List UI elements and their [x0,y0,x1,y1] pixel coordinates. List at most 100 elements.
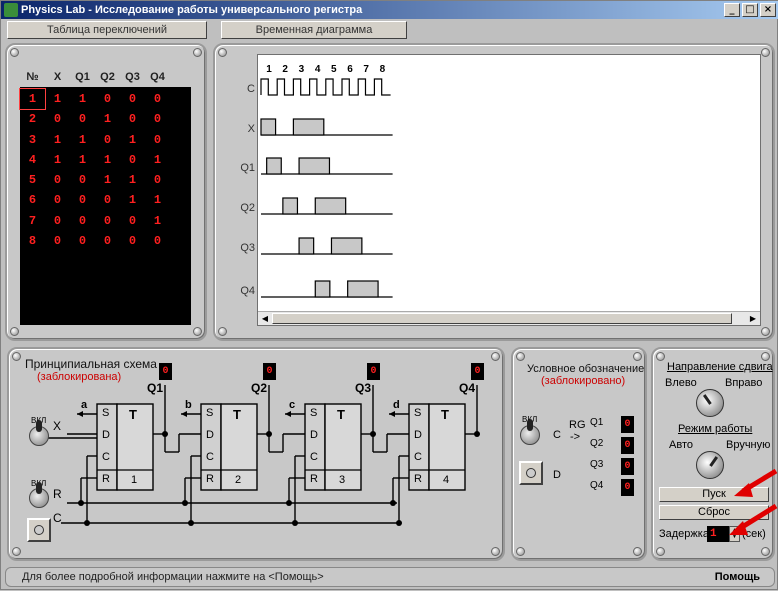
rg-output-label: Q3 [590,459,604,470]
table-row: 2 0 0 1 0 0 [20,109,191,129]
table-cell: 7 [28,213,37,228]
window-controls: _ □ × [724,3,776,17]
screw-icon [656,547,665,556]
r-input-label: R [53,487,62,501]
header-cell: X [53,71,62,83]
table-row: 5 0 0 1 1 0 [20,170,191,190]
horizontal-scrollbar[interactable]: ◀ ▶ [258,311,760,325]
signal-pulse [282,197,299,215]
signal-label: Q3 [240,242,255,254]
spin-up-icon[interactable]: ▲ [730,527,739,534]
title-bar: Physics Lab - Исследование работы универ… [1,1,778,19]
table-row: 111000 [19,87,191,111]
trigger-pin-label: S [206,407,214,419]
scroll-right-icon[interactable]: ▶ [747,313,759,325]
trigger-pin-label: C [206,451,214,463]
screw-icon [218,48,227,57]
mode-label: Режим работы [678,423,753,435]
app-window: Physics Lab - Исследование работы универ… [0,0,778,590]
table-cell: 1 [78,152,87,167]
rg-output-label: Q2 [590,438,604,449]
symbol-title: Условное обозначение [527,363,645,375]
table-cell: 1 [53,132,62,147]
scroll-thumb[interactable] [272,313,732,324]
table-cell: 0 [103,213,112,228]
schematic-title: Принципиальная схема [25,357,157,371]
signal-pulse [298,237,315,255]
table-cell: 0 [153,92,162,106]
table-cell: 0 [128,213,137,228]
trigger-label: T [337,407,345,422]
table-cell: 8 [28,234,37,249]
delay-spinner[interactable]: ▲ ▼ [729,526,740,542]
start-button[interactable]: Пуск [659,487,769,502]
screw-icon [656,352,665,361]
screw-icon [761,352,770,361]
header-cell: Q3 [125,71,140,83]
screw-icon [633,547,642,556]
table-cell: 0 [128,92,137,106]
rg-d-button[interactable] [519,461,543,485]
table-cell: 1 [103,152,112,167]
mode-knob[interactable] [696,451,724,479]
screw-icon [12,547,21,556]
table-row: 4 1 1 1 0 1 [20,150,191,170]
header-cell: Q1 [75,71,90,83]
screw-icon [761,547,770,556]
table-cell: 1 [53,152,62,167]
trigger-label: T [233,407,241,422]
signal-pulse [266,157,282,175]
table-cell: 0 [78,173,87,188]
table-body: 1110002001003110104111015001106000117000… [19,87,191,325]
help-link[interactable]: Помощь [715,571,760,583]
signal-label: X [247,123,255,135]
switch-table-tab[interactable]: Таблица переключений [7,21,207,39]
rg-output-label: Q1 [590,417,604,428]
table-cell: 0 [128,234,137,249]
timing-diagram-tab[interactable]: Временная диаграмма [221,21,407,39]
screw-icon [193,48,202,57]
delay-label: Задержка [659,528,709,540]
rg-pin-d: D [553,469,561,481]
reset-button[interactable]: Сброс [659,505,769,520]
trigger-pin-label: S [310,407,318,419]
screw-icon [491,352,500,361]
signal-pulse [330,237,363,255]
toggle-lever-icon [36,482,42,494]
shift-direction-knob[interactable] [696,389,724,417]
table-cell: 1 [103,112,112,127]
trigger-pin-label: R [206,473,214,485]
table-cell: 6 [28,193,37,208]
shift-direction-label: Направление сдвига [667,361,773,373]
close-button[interactable]: × [760,3,776,17]
x-input-label: X [53,419,62,433]
c-input-label: C [53,511,62,525]
table-cell: 1 [153,193,162,208]
spin-down-icon[interactable]: ▼ [730,534,739,541]
trigger-pin-label: S [102,407,110,419]
rg-output-display: 0 [621,458,634,475]
rg-label: RG [569,419,586,431]
maximize-button[interactable]: □ [742,3,758,17]
table-row: 7 0 0 0 0 1 [20,211,191,231]
timing-diagram: 12345678 ◀ ▶ [257,54,761,326]
symbol-locked: (заблокировано) [541,375,626,387]
table-cell: 1 [103,173,112,188]
minimize-button[interactable]: _ [724,3,740,17]
delay-input[interactable]: 1 [707,526,729,542]
waveform-canvas: 12345678 [260,64,393,298]
c-clock-button[interactable] [27,518,51,542]
trigger-pin-label: D [206,429,214,441]
trigger-label: T [441,407,449,422]
trigger-number: 3 [339,474,346,486]
clock-number: 8 [380,64,386,75]
rg-output-label: Q4 [590,480,604,491]
clock-number: 3 [299,64,305,75]
clock-number: 2 [282,64,288,75]
status-bar: Для более подробной информации нажмите н… [5,567,775,587]
trigger-number: 2 [235,474,242,486]
knob-pointer-icon [709,456,719,467]
scroll-left-icon[interactable]: ◀ [259,313,271,325]
rg-output-display: 0 [621,437,634,454]
app-icon [4,3,18,17]
